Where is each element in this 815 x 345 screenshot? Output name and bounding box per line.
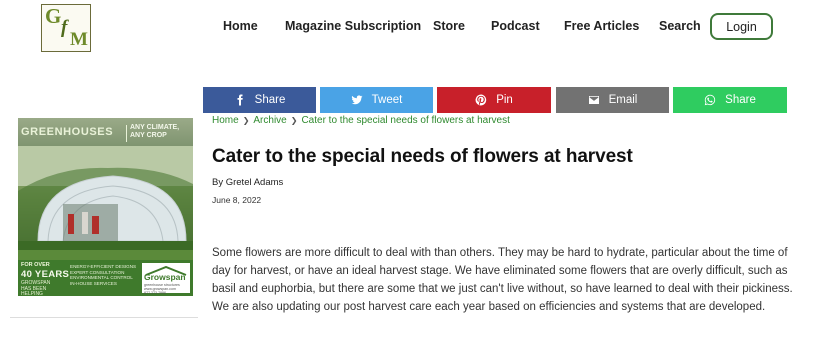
chevron-right-icon: ❯ (242, 116, 250, 125)
login-button[interactable]: Login (710, 13, 773, 40)
nav-store[interactable]: Store (433, 19, 465, 33)
article-title: Cater to the special needs of flowers at… (212, 146, 633, 167)
nav-free-articles[interactable]: Free Articles (564, 19, 639, 33)
facebook-icon (237, 94, 243, 106)
ad-for-over: FOR OVER (21, 262, 50, 268)
growspan-logo: Growspan greenhouse structures www.growsp… (142, 263, 190, 295)
ad-brand-details: greenhouse structures www.growspan.com 87… (144, 283, 190, 295)
ad-tagline: GROWSPAN HAS BEEN HELPING GROWERS (21, 280, 51, 296)
share-email-label: Email (608, 94, 638, 106)
share-whatsapp-label: Share (725, 94, 756, 106)
share-facebook-button[interactable]: Share (203, 87, 316, 113)
ad-footer: FOR OVER 40 YEARS GROWSPAN HAS BEEN HELP… (18, 260, 193, 296)
share-twitter-label: Tweet (371, 94, 403, 106)
ad-subheadline: ANY CLIMATE, ANY CROP (130, 124, 179, 140)
logo-letter-f: f (61, 17, 68, 38)
ad-phone: 877.273.7996 (144, 291, 166, 295)
sidebar-divider (10, 317, 198, 318)
ad-header-band: GREENHOUSES ANY CLIMATE, ANY CROP (18, 118, 193, 146)
pinterest-icon (475, 94, 487, 106)
ad-brand: Growspan (144, 272, 186, 282)
article-date: June 8, 2022 (212, 195, 262, 205)
sidebar-ad-banner[interactable]: GREENHOUSES ANY CLIMATE, ANY CROP FOR OVE… (18, 118, 193, 296)
share-twitter-button[interactable]: Tweet (320, 87, 433, 113)
ad-headline: GREENHOUSES (21, 126, 114, 138)
ad-sub-line-2: ANY CROP (130, 132, 167, 139)
share-email-button[interactable]: Email (556, 87, 669, 113)
share-pinterest-label: Pin (496, 94, 513, 106)
share-facebook-label: Share (254, 94, 286, 106)
site-logo[interactable]: G f M (41, 4, 91, 52)
greenhouse-illustration (18, 146, 193, 260)
whatsapp-icon (704, 94, 716, 106)
breadcrumb-home[interactable]: Home (212, 115, 239, 126)
twitter-icon (351, 95, 363, 105)
breadcrumb-archive[interactable]: Archive (253, 115, 286, 126)
nav-home[interactable]: Home (223, 19, 258, 33)
logo-letter-g: G (45, 4, 62, 28)
share-pinterest-button[interactable]: Pin (437, 87, 551, 113)
envelope-icon (588, 96, 599, 104)
ad-features: ENERGY-EFFICIENT DESIGNS EXPERT CONSULTA… (70, 264, 137, 286)
article-body: Some flowers are more difficult to deal … (212, 247, 793, 313)
ad-sub-line-1: ANY CLIMATE, (130, 124, 180, 131)
ad-divider (126, 125, 127, 142)
breadcrumb-current[interactable]: Cater to the special needs of flowers at… (301, 115, 509, 126)
logo-letter-m: M (70, 29, 88, 50)
nav-magazine-subscription[interactable]: Magazine Subscription (285, 19, 421, 33)
nav-search[interactable]: Search (659, 19, 701, 33)
ad-years: 40 YEARS (21, 269, 70, 280)
share-whatsapp-button[interactable]: Share (673, 87, 787, 113)
article-byline: By Gretel Adams (212, 177, 284, 188)
breadcrumb: Home ❯ Archive ❯ Cater to the special ne… (212, 115, 510, 126)
chevron-right-icon: ❯ (290, 116, 298, 125)
nav-podcast[interactable]: Podcast (491, 19, 540, 33)
greenhouse-photo (18, 146, 193, 260)
